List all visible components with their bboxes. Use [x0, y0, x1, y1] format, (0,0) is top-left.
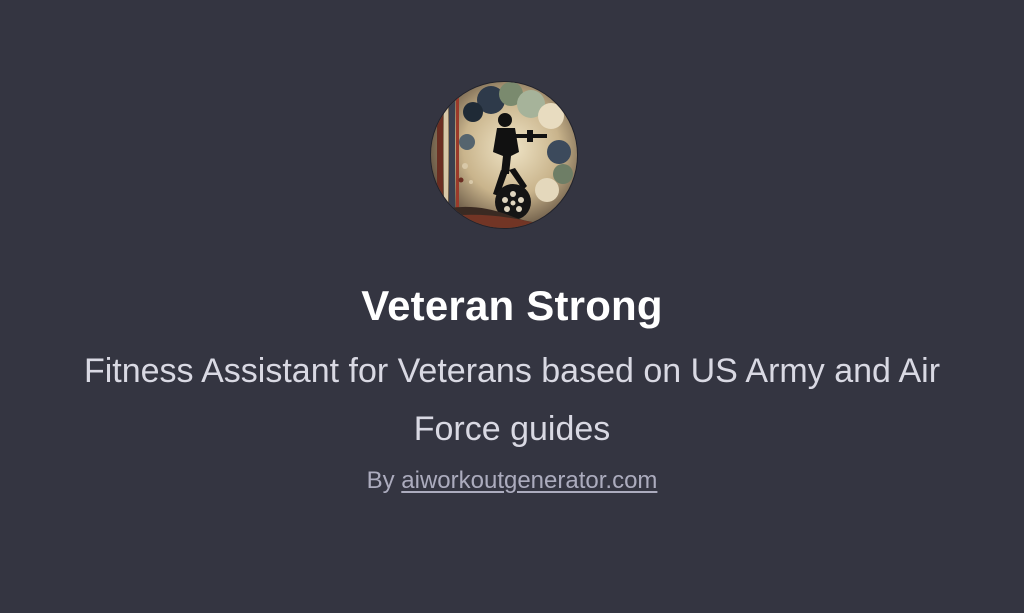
gpt-description: Fitness Assistant for Veterans based on … [83, 352, 941, 448]
gpt-intro-page: Veteran Strong Fitness Assistant for Vet… [0, 0, 1024, 613]
gpt-title: Veteran Strong [361, 282, 663, 329]
byline-prefix: By [366, 467, 395, 494]
veteran-soldier-avatar-icon [431, 82, 577, 228]
author-byline: By aiworkoutgenerator.com [0, 465, 1024, 497]
author-link[interactable]: aiworkoutgenerator.com [401, 467, 657, 494]
